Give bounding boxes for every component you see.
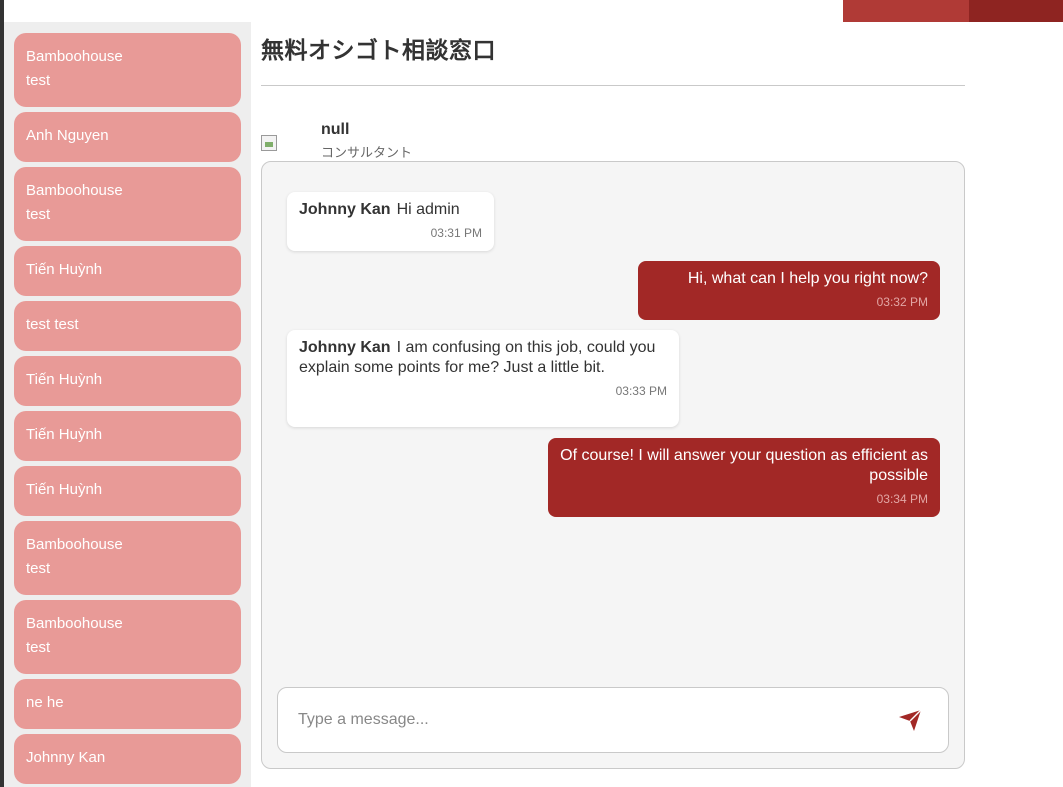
message-sender: Johnny Kan xyxy=(299,339,391,356)
page-title: 無料オシゴト相談窓口 xyxy=(261,38,496,64)
contact-item[interactable]: Johnny Kan xyxy=(14,734,241,784)
outgoing-message: Hi, what can I help you right now? 03:32… xyxy=(638,261,940,320)
title-divider xyxy=(261,85,965,86)
message-time: 03:32 PM xyxy=(876,295,928,309)
message-time: 03:34 PM xyxy=(876,492,928,506)
header-accent-bar-dark xyxy=(969,0,1063,22)
contact-name: Bamboohouse test xyxy=(26,536,123,577)
contact-item[interactable]: Tiến Huỳnh xyxy=(14,246,241,296)
contact-item[interactable]: Bamboohouse test xyxy=(14,167,241,241)
contact-name: Tiến Huỳnh xyxy=(26,481,103,498)
contact-item[interactable]: test test xyxy=(14,301,241,351)
contact-name: ne he xyxy=(26,694,64,711)
contact-item[interactable]: Bamboohouse test xyxy=(14,521,241,595)
message-sender: Johnny Kan xyxy=(299,201,391,218)
chat-panel: Johnny Kan Hi admin 03:31 PM Hi, what can… xyxy=(261,161,965,769)
contact-name: Tiến Huỳnh xyxy=(26,371,103,388)
message-input[interactable] xyxy=(298,708,878,732)
message-composer xyxy=(277,687,949,753)
message-time: 03:31 PM xyxy=(430,226,482,240)
message-text: Hi admin xyxy=(396,201,460,218)
contact-name: Anh Nguyen xyxy=(26,127,109,144)
contact-item[interactable]: Tiến Huỳnh xyxy=(14,411,241,461)
consultant-role: コンサルタント xyxy=(321,146,413,161)
incoming-message: Johnny Kan Hi admin 03:31 PM xyxy=(287,192,494,251)
outgoing-message: Of course! I will answer your question a… xyxy=(548,438,940,517)
contact-item[interactable]: Bamboohouse test xyxy=(14,33,241,107)
message-time: 03:33 PM xyxy=(615,384,667,398)
contact-name: Bamboohouse test xyxy=(26,182,123,223)
contact-name: Bamboohouse test xyxy=(26,615,123,656)
contact-item[interactable]: Tiến Huỳnh xyxy=(14,466,241,516)
contact-name: Tiến Huỳnh xyxy=(26,261,103,278)
contact-name: test test xyxy=(26,316,79,333)
contact-item[interactable]: Anh Nguyen xyxy=(14,112,241,162)
contact-item[interactable]: Bamboohouse test xyxy=(14,600,241,674)
contact-name: Johnny Kan xyxy=(26,749,106,766)
consultant-name: null xyxy=(321,121,350,138)
contact-item[interactable]: Tiến Huỳnh xyxy=(14,356,241,406)
contact-name: Tiến Huỳnh xyxy=(26,426,103,443)
contact-item[interactable]: ne he xyxy=(14,679,241,729)
message-text: Hi, what can I help you right now? xyxy=(687,270,928,287)
send-icon[interactable] xyxy=(897,707,923,733)
incoming-message: Johnny Kan I am confusing on this job, co… xyxy=(287,330,679,427)
consultant-avatar xyxy=(261,135,277,151)
contact-sidebar: Bamboohouse test Anh Nguyen Bamboohouse … xyxy=(4,22,251,787)
header-accent-bar xyxy=(843,0,969,22)
contact-name: Bamboohouse test xyxy=(26,48,123,89)
message-text: Of course! I will answer your question a… xyxy=(560,447,928,484)
